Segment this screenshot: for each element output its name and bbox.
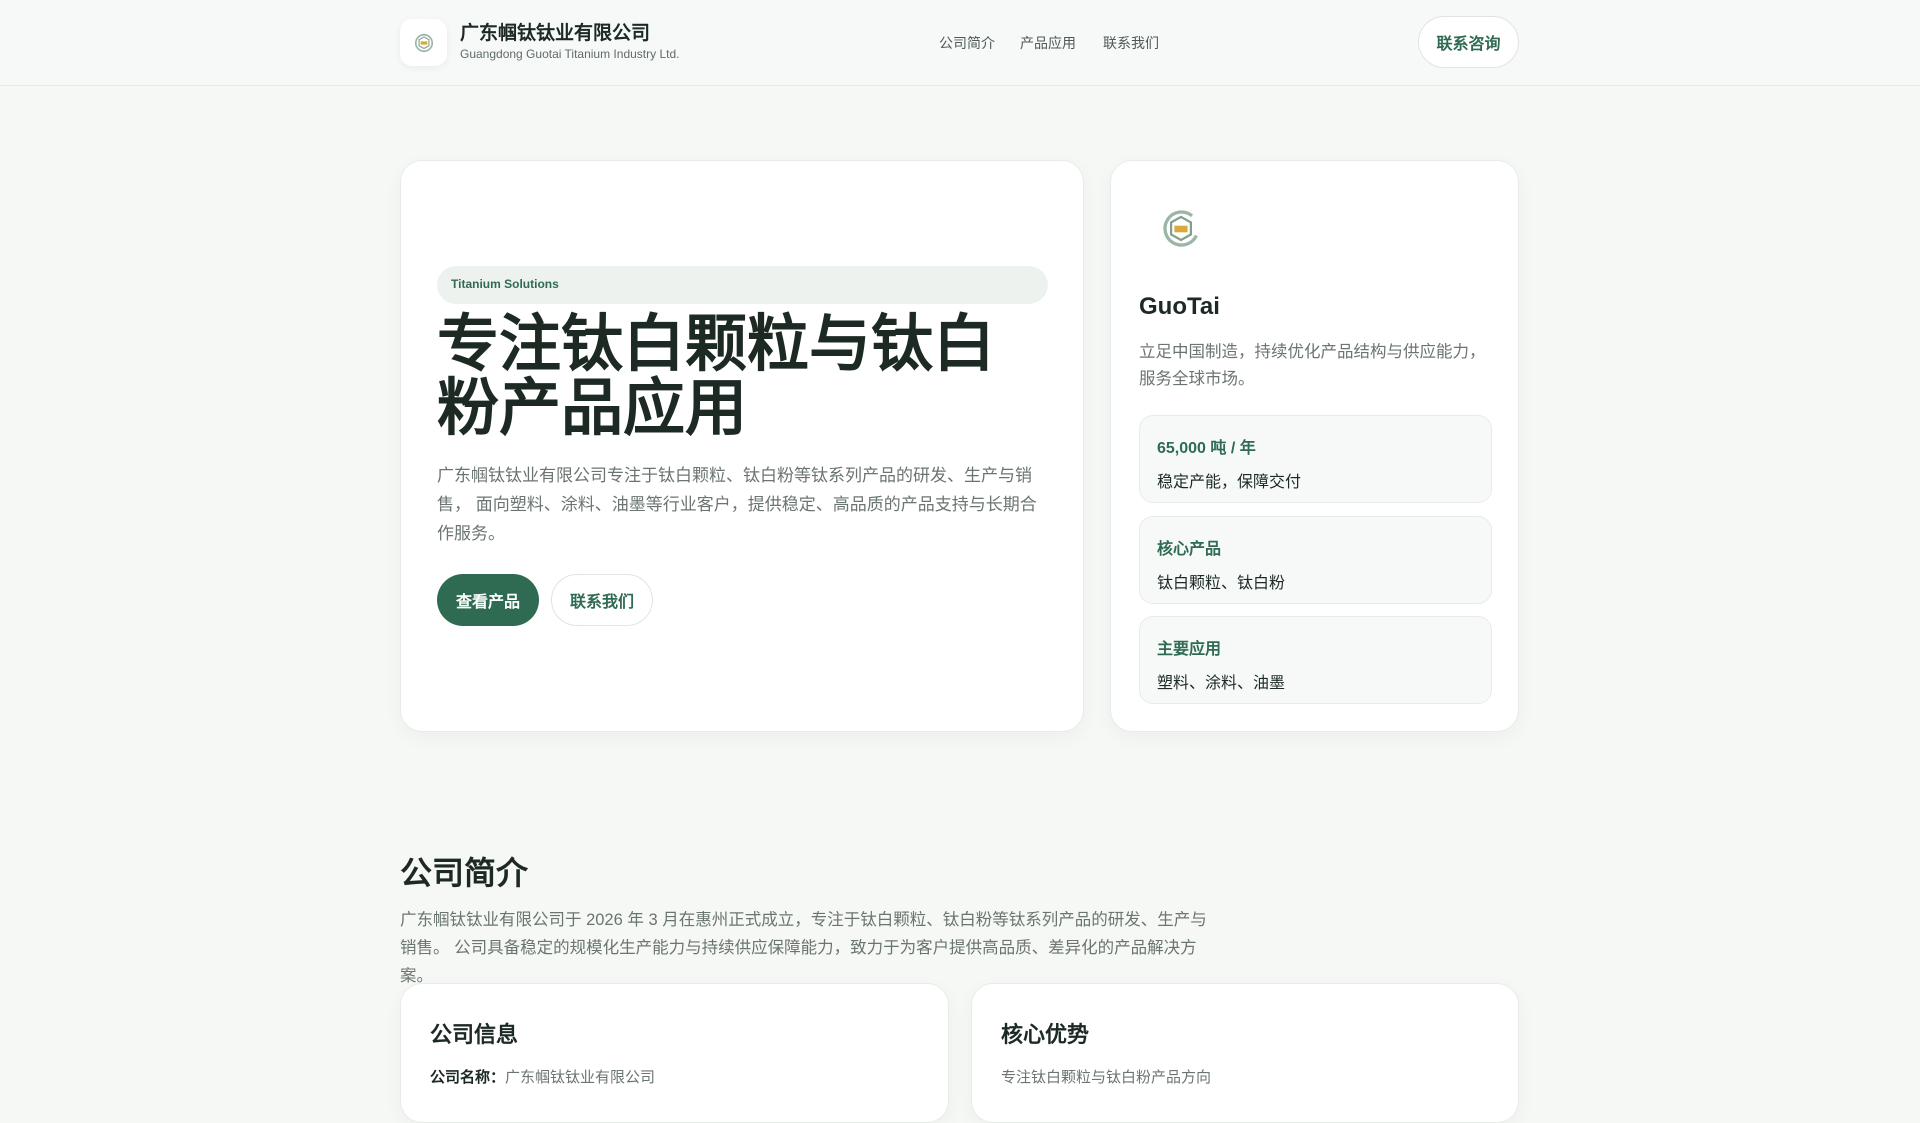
core-advantage-card: 核心优势 专注钛白颗粒与钛白粉产品方向: [971, 983, 1519, 1123]
logo[interactable]: [400, 19, 447, 66]
hero-description: 广东帼钛钛业有限公司专注于钛白颗粒、钛白粉等钛系列产品的研发、生产与销售， 面向…: [437, 466, 1037, 543]
stat-label: 主要应用: [1157, 641, 1222, 658]
nav-products[interactable]: 产品应用: [1020, 33, 1076, 53]
company-name-row: 公司名称：广东帼钛钛业有限公司: [430, 1066, 655, 1087]
company-info-card: 公司信息 公司名称：广东帼钛钛业有限公司: [400, 983, 949, 1123]
nav-contact[interactable]: 联系我们: [1103, 33, 1159, 53]
about-title: 公司简介: [400, 855, 529, 891]
hero-heading: 专注钛白颗粒与钛白粉产品应用: [437, 310, 996, 443]
core-advantage-title: 核心优势: [1001, 1022, 1090, 1047]
side-card-title: GuoTai: [1139, 293, 1220, 320]
stat-label: 65,000 吨 / 年: [1157, 440, 1256, 457]
stat-applications: 主要应用 塑料、涂料、油墨: [1139, 616, 1492, 704]
company-name-en: Guangdong Guotai Titanium Industry Ltd.: [460, 47, 680, 61]
side-card-description: 立足中国制造，持续优化产品结构与供应能力，服务全球市场。: [1139, 343, 1486, 388]
value: 广东帼钛钛业有限公司: [505, 1069, 656, 1086]
company-name: 广东帼钛钛业有限公司: [460, 23, 651, 44]
stat-value: 塑料、涂料、油墨: [1157, 675, 1286, 692]
view-products-button[interactable]: 查看产品: [437, 574, 539, 626]
guotai-logo-icon: [1163, 210, 1198, 247]
logo-icon: [414, 33, 433, 52]
stat-value: 钛白颗粒、钛白粉: [1157, 575, 1286, 592]
advantage-item: 专注钛白颗粒与钛白粉产品方向: [1001, 1069, 1212, 1086]
hero-card: Titanium Solutions 专注钛白颗粒与钛白粉产品应用 广东帼钛钛业…: [400, 160, 1084, 732]
contact-us-button[interactable]: 联系我们: [551, 574, 653, 626]
site-header: 广东帼钛钛业有限公司 Guangdong Guotai Titanium Ind…: [0, 0, 1920, 86]
contact-consult-button[interactable]: 联系咨询: [1418, 16, 1519, 68]
stat-core-products: 核心产品 钛白颗粒、钛白粉: [1139, 516, 1492, 604]
hero-badge: Titanium Solutions: [437, 266, 1048, 304]
about-text: 广东帼钛钛业有限公司于 2026 年 3 月在惠州正式成立，专注于钛白颗粒、钛白…: [400, 911, 1207, 985]
company-info-title: 公司信息: [430, 1022, 519, 1047]
side-card: GuoTai 立足中国制造，持续优化产品结构与供应能力，服务全球市场。 65,0…: [1110, 160, 1519, 732]
stat-value: 稳定产能，保障交付: [1157, 474, 1302, 491]
nav-about[interactable]: 公司简介: [939, 33, 995, 53]
stat-capacity: 65,000 吨 / 年 稳定产能，保障交付: [1139, 415, 1492, 503]
stat-label: 核心产品: [1157, 541, 1222, 558]
label: 公司名称：: [430, 1069, 506, 1086]
